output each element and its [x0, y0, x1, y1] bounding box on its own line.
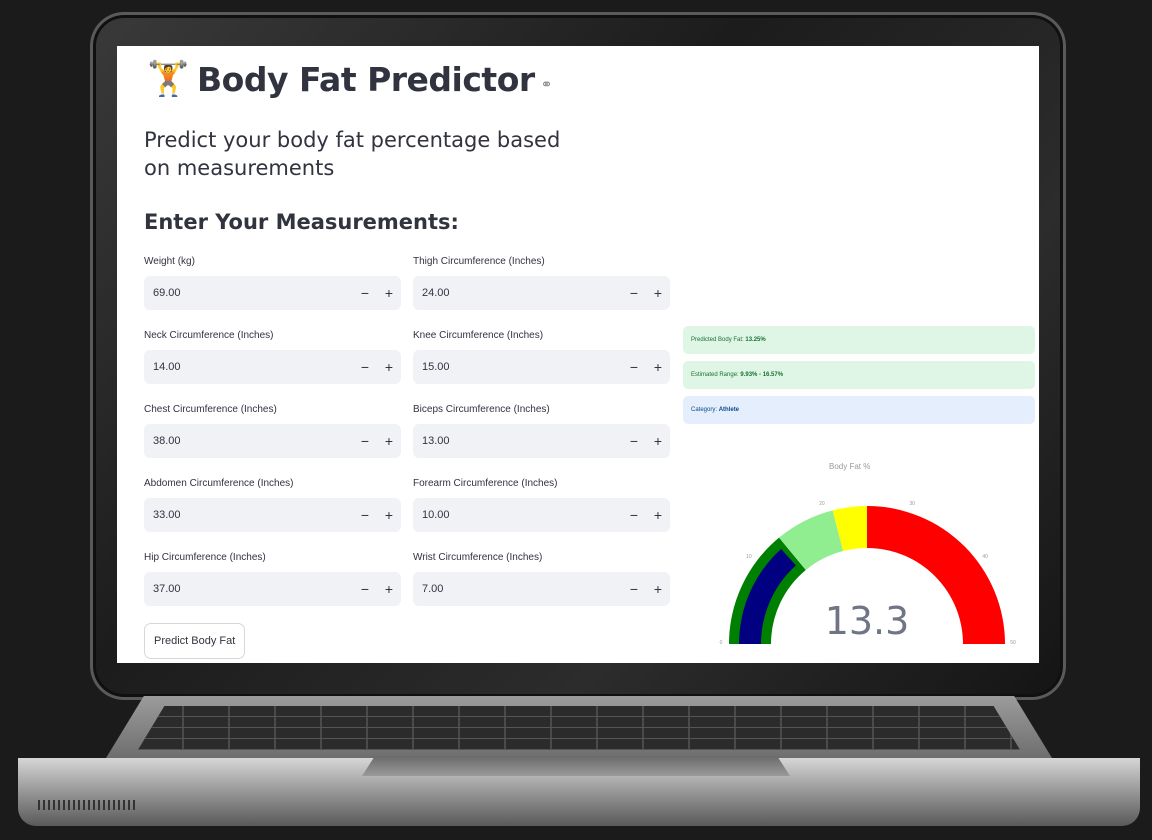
category-label: Category:: [691, 407, 718, 413]
decrement-button[interactable]: −: [622, 359, 646, 375]
decrement-button[interactable]: −: [622, 507, 646, 523]
body-fat-gauge: 0 10 20 30 40 50 13.3: [720, 501, 1016, 646]
predicted-label: Predicted Body Fat:: [691, 337, 744, 343]
gauge-tick-label: 50: [1010, 640, 1016, 646]
number-field: Weight (kg) 69.00− +: [144, 256, 401, 310]
field-label: Knee Circumference (Inches): [413, 330, 544, 341]
decrement-button[interactable]: −: [353, 285, 377, 301]
number-input[interactable]: 15.00− +: [413, 350, 670, 384]
increment-button[interactable]: +: [646, 507, 670, 523]
number-input-value[interactable]: 13.00: [413, 435, 622, 447]
number-input[interactable]: 69.00− +: [144, 276, 401, 310]
keyboard-rows: [138, 706, 1020, 750]
number-input[interactable]: 10.00− +: [413, 498, 670, 532]
number-input-value[interactable]: 37.00: [144, 583, 353, 595]
number-input-value[interactable]: 15.00: [413, 361, 622, 373]
number-input[interactable]: 38.00− +: [144, 424, 401, 458]
gauge-tick-label: 20: [819, 501, 825, 507]
number-field: Wrist Circumference (Inches) 7.00− +: [413, 552, 670, 606]
field-label: Wrist Circumference (Inches): [413, 552, 543, 563]
number-field: Hip Circumference (Inches) 37.00− +: [144, 552, 401, 606]
increment-button[interactable]: +: [646, 433, 670, 449]
number-field: Neck Circumference (Inches) 14.00− +: [144, 330, 401, 384]
decrement-button[interactable]: −: [353, 507, 377, 523]
increment-button[interactable]: +: [646, 359, 670, 375]
number-input-value[interactable]: 10.00: [413, 509, 622, 521]
number-field: Abdomen Circumference (Inches) 33.00− +: [144, 478, 401, 532]
number-input[interactable]: 37.00− +: [144, 572, 401, 606]
increment-button[interactable]: +: [377, 359, 401, 375]
number-input[interactable]: 33.00− +: [144, 498, 401, 532]
number-field: Forearm Circumference (Inches) 10.00− +: [413, 478, 670, 532]
predicted-body-fat-alert: Predicted Body Fat: 13.25%: [683, 326, 1035, 354]
number-input[interactable]: 14.00− +: [144, 350, 401, 384]
number-input[interactable]: 7.00− +: [413, 572, 670, 606]
number-field: Chest Circumference (Inches) 38.00− +: [144, 404, 401, 458]
touchpad: [362, 756, 790, 776]
field-label: Thigh Circumference (Inches): [413, 256, 545, 267]
anchor-link-icon[interactable]: ⚭: [541, 76, 553, 93]
streamlit-app: 🏋️ Body Fat Predictor ⚭ Predict your bod…: [117, 46, 1039, 663]
laptop-base: [18, 696, 1140, 830]
field-label: Abdomen Circumference (Inches): [144, 478, 294, 489]
predict-button[interactable]: Predict Body Fat: [144, 623, 246, 659]
number-field: Knee Circumference (Inches) 15.00− +: [413, 330, 670, 384]
increment-button[interactable]: +: [377, 507, 401, 523]
section-header: Enter Your Measurements:: [144, 210, 459, 234]
gauge-tick-label: 0: [720, 640, 723, 646]
number-input-value[interactable]: 7.00: [413, 583, 622, 595]
decrement-button[interactable]: −: [622, 581, 646, 597]
predicted-value: 13.25%: [745, 337, 766, 343]
gauge-value: 13.3: [825, 599, 910, 643]
increment-button[interactable]: +: [377, 433, 401, 449]
number-input-value[interactable]: 24.00: [413, 287, 622, 299]
decrement-button[interactable]: −: [622, 285, 646, 301]
number-field: Biceps Circumference (Inches) 13.00− +: [413, 404, 670, 458]
category-alert: Category: Athlete: [683, 396, 1035, 424]
increment-button[interactable]: +: [646, 285, 670, 301]
increment-button[interactable]: +: [646, 581, 670, 597]
title-row: 🏋️ Body Fat Predictor ⚭: [147, 58, 552, 100]
range-value: 9.93% - 16.57%: [740, 372, 784, 378]
increment-button[interactable]: +: [377, 285, 401, 301]
number-input[interactable]: 24.00− +: [413, 276, 670, 310]
decrement-button[interactable]: −: [622, 433, 646, 449]
field-label: Biceps Circumference (Inches): [413, 404, 550, 415]
estimated-range-alert: Estimated Range: 9.93% - 16.57%: [683, 361, 1035, 389]
page-subtitle: Predict your body fat percentage based o…: [144, 128, 561, 180]
number-input[interactable]: 13.00− +: [413, 424, 670, 458]
decrement-button[interactable]: −: [353, 581, 377, 597]
page-title: Body Fat Predictor: [197, 59, 535, 99]
weightlifter-icon: 🏋️: [147, 60, 190, 98]
field-label: Neck Circumference (Inches): [144, 330, 274, 341]
number-input-value[interactable]: 33.00: [144, 509, 353, 521]
vent-grille: [38, 800, 138, 810]
number-input-value[interactable]: 38.00: [144, 435, 353, 447]
category-value: Athlete: [718, 407, 740, 413]
gauge-tick-label: 30: [909, 501, 915, 507]
field-label: Hip Circumference (Inches): [144, 552, 266, 563]
gauge-tick-label: 10: [746, 554, 752, 560]
gauge-tick-label: 40: [982, 554, 988, 560]
field-label: Chest Circumference (Inches): [144, 404, 277, 415]
field-label: Forearm Circumference (Inches): [413, 478, 558, 489]
number-input-value[interactable]: 69.00: [144, 287, 353, 299]
number-field: Thigh Circumference (Inches) 24.00− +: [413, 256, 670, 310]
decrement-button[interactable]: −: [353, 359, 377, 375]
field-label: Weight (kg): [144, 256, 195, 267]
increment-button[interactable]: +: [377, 581, 401, 597]
laptop-screen: 🏋️ Body Fat Predictor ⚭ Predict your bod…: [117, 46, 1039, 663]
decrement-button[interactable]: −: [353, 433, 377, 449]
range-label: Estimated Range:: [691, 372, 739, 378]
number-input-value[interactable]: 14.00: [144, 361, 353, 373]
